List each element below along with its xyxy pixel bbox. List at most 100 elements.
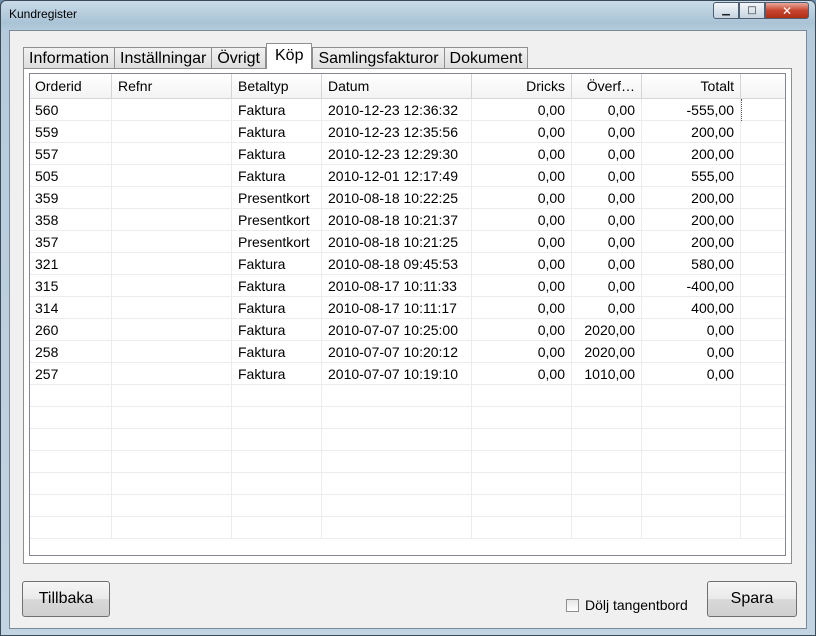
table-row[interactable]: 359 Presentkort 2010-08-18 10:22:25 0,00 0,0… [30, 187, 785, 209]
cell-overforing: 1010,00 [572, 363, 642, 385]
cell-datum: 2010-07-07 10:20:12 [322, 341, 472, 363]
cell-refnr [112, 407, 232, 429]
table-row[interactable]: 358 Presentkort 2010-08-18 10:21:37 0,00 0,0… [30, 209, 785, 231]
column-header-refnr[interactable]: Refnr [112, 74, 232, 98]
column-header-totalt[interactable]: Totalt [642, 74, 741, 98]
cell-filler [741, 143, 785, 165]
cell-filler [741, 495, 785, 517]
cell-filler [741, 297, 785, 319]
column-header-dricks[interactable]: Dricks [472, 74, 572, 98]
cell-datum: 2010-08-17 10:11:17 [322, 297, 472, 319]
cell-orderid: 260 [30, 319, 112, 341]
cell-orderid: 258 [30, 341, 112, 363]
cell-overforing [572, 407, 642, 429]
close-button[interactable]: ✕ [765, 2, 809, 19]
cell-refnr [112, 253, 232, 275]
column-header-betaltyp[interactable]: Betaltyp [232, 74, 322, 98]
cell-filler [741, 253, 785, 275]
table-row[interactable]: 357 Presentkort 2010-08-18 10:21:25 0,00 0,0… [30, 231, 785, 253]
cell-totalt [642, 429, 741, 451]
cell-orderid: 357 [30, 231, 112, 253]
cell-datum: 2010-12-23 12:29:30 [322, 143, 472, 165]
table-row[interactable]: 314 Faktura 2010-08-17 10:11:17 0,00 0,00 400… [30, 297, 785, 319]
tab-kop[interactable]: Köp [266, 43, 313, 69]
cell-filler [741, 407, 785, 429]
save-button[interactable]: Spara [707, 581, 797, 617]
table-row[interactable]: 257 Faktura 2010-07-07 10:19:10 0,00 1010,00… [30, 363, 785, 385]
cell-filler [741, 473, 785, 495]
cell-overforing [572, 495, 642, 517]
window-controls: ▁ □ ✕ [713, 2, 809, 19]
cell-refnr [112, 451, 232, 473]
cell-overforing: 2020,00 [572, 341, 642, 363]
table-row[interactable]: 321 Faktura 2010-08-18 09:45:53 0,00 0,00 580… [30, 253, 785, 275]
cell-datum: 2010-12-23 12:36:32 [322, 99, 472, 121]
cell-totalt: 555,00 [642, 165, 741, 187]
app-window: Kundregister ▁ □ ✕ Information Inställni… [0, 0, 816, 636]
cell-refnr [112, 275, 232, 297]
table-header: Orderid Refnr Betaltyp Datum Dricks Över… [30, 74, 785, 99]
column-header-overforing[interactable]: Överf… [572, 74, 642, 98]
column-header-filler [741, 74, 785, 98]
tab-samlingsfakturor[interactable]: Samlingsfakturor [312, 47, 445, 69]
hide-keyboard-label: Dölj tangentbord [585, 597, 688, 613]
table-row[interactable]: 315 Faktura 2010-08-17 10:11:33 0,00 0,00 -40… [30, 275, 785, 297]
column-header-orderid[interactable]: Orderid [30, 74, 112, 98]
title-bar[interactable]: Kundregister ▁ □ ✕ [1, 1, 815, 29]
table-row[interactable]: 557 Faktura 2010-12-23 12:29:30 0,00 0,00 200… [30, 143, 785, 165]
minimize-button[interactable]: ▁ [713, 2, 739, 19]
cell-refnr [112, 473, 232, 495]
cell-dricks [472, 473, 572, 495]
back-button[interactable]: Tillbaka [22, 581, 110, 617]
cell-filler [741, 385, 785, 407]
table-row[interactable]: 560 Faktura 2010-12-23 12:36:32 0,00 0,00 -55… [30, 99, 785, 121]
cell-refnr [112, 363, 232, 385]
cell-refnr [112, 143, 232, 165]
table-row[interactable]: 258 Faktura 2010-07-07 10:20:12 0,00 2020,00… [30, 341, 785, 363]
cell-betaltyp: Presentkort [232, 187, 322, 209]
cell-totalt [642, 473, 741, 495]
table-row[interactable]: 559 Faktura 2010-12-23 12:35:56 0,00 0,00 200… [30, 121, 785, 143]
cell-dricks: 0,00 [472, 187, 572, 209]
cell-totalt: 200,00 [642, 121, 741, 143]
cell-orderid: 321 [30, 253, 112, 275]
hide-keyboard-checkbox[interactable] [566, 598, 579, 612]
tab-panel-kop: Orderid Refnr Betaltyp Datum Dricks Över… [23, 68, 792, 564]
cell-filler [741, 187, 785, 209]
cell-totalt: 400,00 [642, 297, 741, 319]
cell-filler [741, 275, 785, 297]
cell-totalt: 200,00 [642, 187, 741, 209]
cell-datum: 2010-08-18 10:21:37 [322, 209, 472, 231]
tab-ovrigt[interactable]: Övrigt [211, 47, 266, 69]
cell-filler [741, 121, 785, 143]
cell-betaltyp: Faktura [232, 253, 322, 275]
cell-totalt: 200,00 [642, 231, 741, 253]
cell-datum [322, 495, 472, 517]
cell-overforing: 0,00 [572, 209, 642, 231]
hide-keyboard-toggle[interactable]: Dölj tangentbord [566, 597, 688, 613]
cell-refnr [112, 341, 232, 363]
tab-installningar[interactable]: Inställningar [114, 47, 213, 69]
cell-datum: 2010-07-07 10:25:00 [322, 319, 472, 341]
column-header-datum[interactable]: Datum [322, 74, 472, 98]
cell-refnr [112, 165, 232, 187]
orders-table[interactable]: Orderid Refnr Betaltyp Datum Dricks Över… [29, 73, 786, 556]
cell-filler [741, 429, 785, 451]
cell-refnr [112, 495, 232, 517]
cell-dricks: 0,00 [472, 341, 572, 363]
tab-dokument[interactable]: Dokument [443, 47, 529, 69]
cell-datum: 2010-07-07 10:19:10 [322, 363, 472, 385]
table-row[interactable]: 260 Faktura 2010-07-07 10:25:00 0,00 2020,00… [30, 319, 785, 341]
tab-information[interactable]: Information [23, 47, 116, 69]
cell-betaltyp: Faktura [232, 341, 322, 363]
cell-overforing [572, 429, 642, 451]
empty-table-row [30, 517, 785, 539]
cell-filler [741, 165, 785, 187]
table-row[interactable]: 505 Faktura 2010-12-01 12:17:49 0,00 0,00 555… [30, 165, 785, 187]
cell-betaltyp: Faktura [232, 297, 322, 319]
maximize-button[interactable]: □ [739, 2, 765, 19]
cell-totalt: 200,00 [642, 209, 741, 231]
cell-betaltyp: Faktura [232, 165, 322, 187]
cell-orderid: 557 [30, 143, 112, 165]
cell-refnr [112, 385, 232, 407]
